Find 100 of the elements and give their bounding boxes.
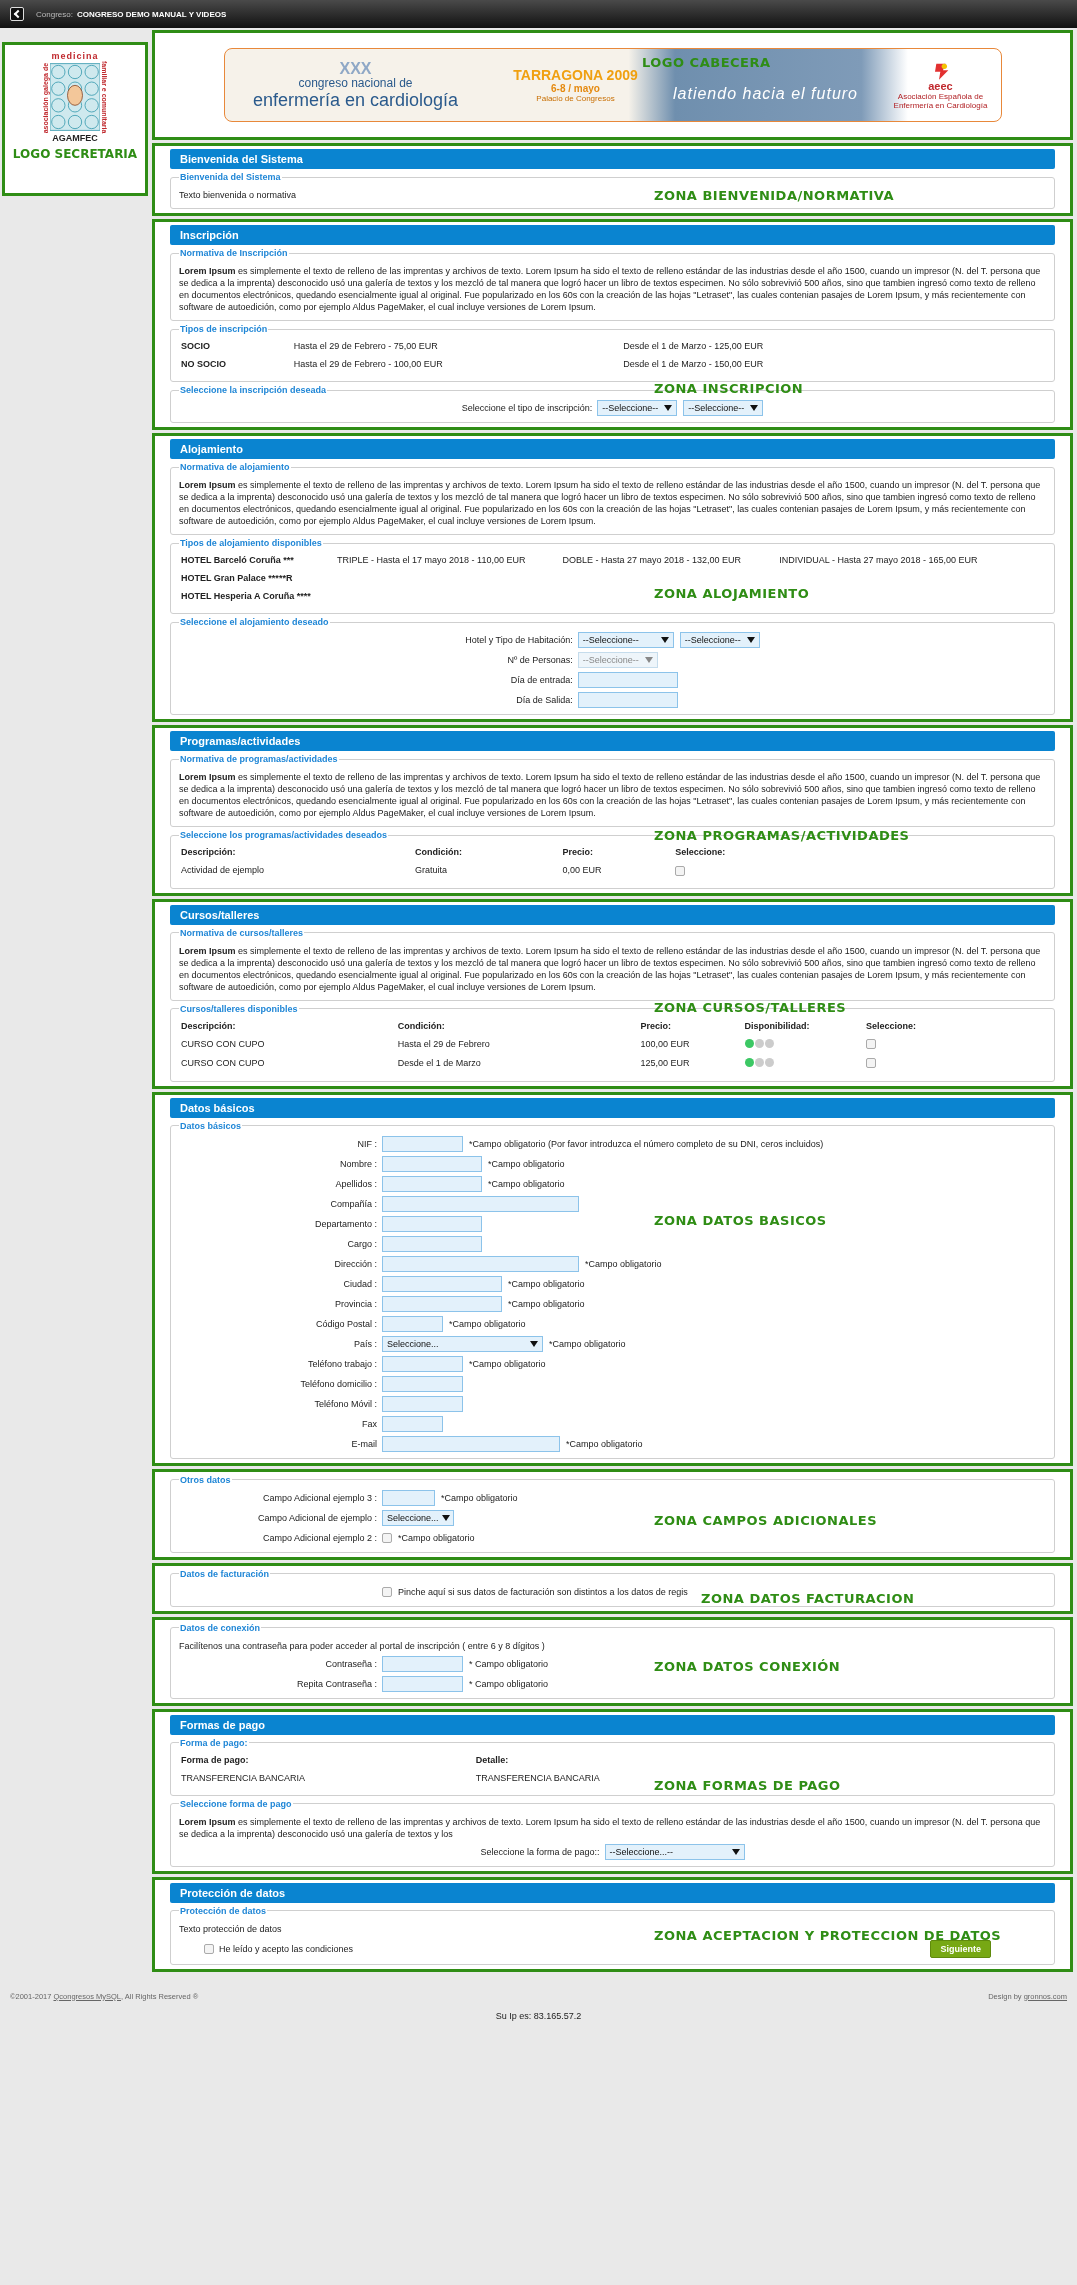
- field-label: Provincia :: [333, 1298, 377, 1309]
- congress-label: Congreso:: [36, 9, 73, 19]
- field-label: Compañía :: [329, 1198, 377, 1209]
- dropdown[interactable]: Seleccione...: [382, 1335, 543, 1352]
- paragraph: Texto protección de datos: [179, 1922, 282, 1935]
- table-cell: SOCIO: [181, 341, 210, 351]
- paragraph: Lorem Ipsum es simplemente el texto de relleno de las imprentas y archivos de texto. Lorem Ipsum ha sido el texto de relleno estándar de las industrias desde el año 1500, cuando un impresor (N. del T. persona que se dedica a la imprenta) desconocido usó una galería de textos y los mezcló de tal manera que logró hacer un libro de textos especimen. No sólo sobrevivió 500 años, sino que tambien ingresó como texto de relleno en documentos electrónicos, quedando esencialmente igual al original. Fue popularizado en los 60s con la creación de las hojas "Letraset", las cuales contenian pasajes de Lorem Ipsum, y más recientemente con software de autoedición, como por ejemplo Aldus PageMaker, el cual incluye versiones de Lorem Ipsum.: [179, 771, 1042, 819]
- field-label: Teléfono trabajo :: [306, 1358, 377, 1369]
- congress-title: CONGRESO DEMO MANUAL Y VIDEOS: [76, 9, 227, 19]
- field-label: Departamento :: [313, 1218, 377, 1229]
- field-label: Contraseña :: [324, 1658, 377, 1669]
- logo-text: medicina: [51, 51, 99, 61]
- table-cell: CURSO CON CUPO: [181, 1038, 265, 1049]
- field-label: Código Postal :: [314, 1318, 377, 1329]
- field-label: Cargo :: [346, 1238, 377, 1249]
- group-legend: Datos de conexión: [179, 1622, 261, 1633]
- field-label: Teléfono Móvil :: [313, 1398, 377, 1409]
- field-note: Pinche aquí si sus datos de facturación son distintos a los datos de regis: [398, 1586, 688, 1597]
- field-note: *Campo obligatorio: [508, 1298, 585, 1309]
- field-note: *Campo obligatorio: [488, 1178, 565, 1189]
- zone-annotation: ZONA FORMAS DE PAGO: [654, 1777, 841, 1793]
- dropdown[interactable]: --Seleccione--: [577, 632, 674, 648]
- field-note: *Campo obligatorio: [469, 1358, 546, 1369]
- field-label: Seleccione el tipo de inscripción:: [461, 403, 593, 413]
- group-legend: Normativa de alojamiento: [179, 462, 291, 472]
- column-header: Descripción:: [181, 1020, 236, 1031]
- table-cell: CURSO CON CUPO: [181, 1057, 265, 1068]
- column-header: Disponibilidad:: [744, 1020, 810, 1031]
- field-note: *Campo obligatorio: [488, 1158, 565, 1169]
- field-note: *Campo obligatorio: [441, 1492, 518, 1503]
- field-label: Día de Salida:: [515, 695, 573, 705]
- banner-city: TARRAGONA 2009: [513, 67, 638, 83]
- field-label: Campo Adicional de ejemplo :: [256, 1512, 377, 1523]
- banner-slogan: latiendo hacia el futuro: [673, 85, 858, 103]
- column-header: Descripción:: [181, 847, 236, 857]
- table-cell: Hasta el 29 de Febrero: [397, 1038, 490, 1049]
- dropdown[interactable]: --Seleccione--: [597, 400, 678, 416]
- table-cell: TRIPLE - Hasta el 17 mayo 2018 - 110,00 EUR: [337, 555, 526, 565]
- zone-annotation: ZONA DATOS BASICOS: [654, 1212, 827, 1228]
- group-legend: Cursos/talleres disponibles: [179, 1003, 299, 1014]
- field-label: NIF :: [356, 1138, 377, 1149]
- group-legend: Seleccione los programas/actividades deseados: [179, 830, 389, 840]
- dropdown[interactable]: --Seleccione--: [683, 400, 764, 416]
- field-label: Ciudad :: [342, 1278, 377, 1289]
- section-header: Datos básicos: [170, 1097, 1055, 1118]
- logo-text: AGAMFEC: [52, 133, 98, 144]
- field-label: Teléfono domicilio :: [299, 1378, 377, 1389]
- zone-annotation: ZONA CAMPOS ADICIONALES: [654, 1512, 878, 1528]
- paragraph: Lorem Ipsum es simplemente el texto de relleno de las imprentas y archivos de texto. Lorem Ipsum ha sido el texto de relleno estándar de las industrias desde el año 1500, cuando un impresor (N. del T. persona que se dedica a la imprenta) desconocido usó una galería de textos y los mezcló de tal manera que logró hacer un libro de textos especimen. No sólo sobrevivió 500 años, sino que tambien ingresó como texto de relleno en documentos electrónicos, quedando esencialmente igual al original. Fue popularizado en los 60s con la creación de las hojas "Letraset", las cuales contenian pasajes de Lorem Ipsum, y más recientemente con software de autoedición, como por ejemplo Aldus PageMaker, el cual incluye versiones de Lorem Ipsum.: [179, 479, 1042, 527]
- section-header: Programas/actividades: [170, 731, 1055, 751]
- field-note: *Campo obligatorio: [398, 1532, 475, 1543]
- field-label: País :: [353, 1338, 377, 1349]
- zone-annotation: ZONA PROGRAMAS/ACTIVIDADES: [654, 828, 910, 843]
- table-cell: 125,00 EUR: [640, 1057, 690, 1068]
- field-label: Apellidos :: [334, 1178, 377, 1189]
- field-label: Nombre :: [339, 1158, 377, 1169]
- group-legend: Normativa de programas/actividades: [179, 754, 339, 764]
- field-note: * Campo obligatorio: [469, 1678, 549, 1689]
- field-note: *Campo obligatorio: [508, 1278, 585, 1289]
- group-legend: Normativa de Inscripción: [179, 248, 289, 258]
- field-label: Nº de Personas:: [506, 655, 573, 665]
- zone-annotation: ZONA BIENVENIDA/NORMATIVA: [654, 188, 895, 203]
- table-cell: HOTEL Barceló Coruña ***: [181, 555, 294, 565]
- paragraph: Facilítenos una contraseña para poder acceder al portal de inscripción ( entre 6 y 8 dígitos ): [179, 1639, 545, 1652]
- table-cell: Desde el 1 de Marzo - 150,00 EUR: [623, 359, 764, 369]
- field-label: Hotel y Tipo de Habitación:: [465, 635, 573, 645]
- field-note: * Campo obligatorio: [469, 1658, 549, 1669]
- table-cell: INDIVIDUAL - Hasta 27 mayo 2018 - 165,00 EUR: [779, 555, 978, 565]
- group-legend: Otros datos: [179, 1474, 232, 1485]
- group-legend: Datos básicos: [179, 1120, 243, 1131]
- paragraph: Lorem Ipsum es simplemente el texto de relleno de las imprentas y archivos de texto. Lorem Ipsum ha sido el texto de relleno estándar de las industrias desde el año 1500, cuando un impresor (N. del T. persona que se dedica a la imprenta) desconocido usó una galería de textos y los mezcló de tal manera que logró hacer un libro de textos especimen. No sólo sobrevivió 500 años, sino que tambien ingresó como texto de relleno en documentos electrónicos, quedando esencialmente igual al original. Fue popularizado en los 60s con la creación de las hojas "Letraset", las cuales contenian pasajes de Lorem Ipsum, y más recientemente con software de autoedición, como por ejemplo Aldus PageMaker, el cual incluye versiones de Lorem Ipsum.: [179, 265, 1042, 313]
- group-legend: Seleccione la inscripción deseada: [179, 385, 328, 395]
- table-cell: Gratuita: [415, 865, 448, 875]
- banner-title: enfermería en cardiología: [252, 89, 459, 110]
- field-label: Campo Adicional ejemplo 2 :: [261, 1532, 377, 1543]
- table-cell: Desde el 1 de Marzo - 125,00 EUR: [623, 341, 764, 351]
- dropdown[interactable]: --Seleccione--: [679, 632, 760, 648]
- table-cell: TRANSFERENCIA BANCARIA: [475, 1772, 600, 1783]
- dropdown[interactable]: --Seleccione...--: [604, 1843, 745, 1860]
- field-label: E-mail: [350, 1438, 377, 1449]
- ip-address-text: Su Ip es: 83.165.57.2: [494, 2010, 583, 2023]
- section-header: Alojamiento: [170, 439, 1055, 459]
- column-header: Precio:: [562, 847, 593, 857]
- table-cell: TRANSFERENCIA BANCARIA: [181, 1772, 306, 1783]
- group-legend: Datos de facturación: [179, 1568, 271, 1579]
- dropdown[interactable]: Seleccione...: [382, 1509, 454, 1526]
- table-cell: Hasta el 29 de Febrero - 100,00 EUR: [293, 359, 443, 369]
- checkbox-label: He leído y acepto las condiciones: [219, 1943, 354, 1954]
- column-header: Seleccione:: [865, 1020, 916, 1031]
- field-note: *Campo obligatorio: [549, 1338, 626, 1349]
- zone-annotation: ZONA DATOS CONEXIÓN: [654, 1658, 841, 1674]
- edition-numeral: XXX: [339, 60, 372, 77]
- field-label: Fax: [361, 1418, 377, 1429]
- group-legend: Normativa de cursos/talleres: [179, 927, 305, 938]
- table-cell: Actividad de ejemplo: [181, 865, 265, 875]
- paragraph: Lorem Ipsum es simplemente el texto de relleno de las imprentas y archivos de texto. Lorem Ipsum ha sido el texto de relleno estándar de las industrias desde el año 1500, cuando un impresor (N. del T. persona que se dedica a la imprenta) desconocido usó una galería de textos y los: [179, 1815, 1042, 1840]
- section-header: Protección de datos: [170, 1882, 1055, 1903]
- column-header: Precio:: [640, 1020, 671, 1031]
- field-label: Día de entrada:: [509, 675, 573, 685]
- field-note: *Campo obligatorio (Por favor introduzca el número completo de su DNI, ceros incluidos): [469, 1138, 824, 1149]
